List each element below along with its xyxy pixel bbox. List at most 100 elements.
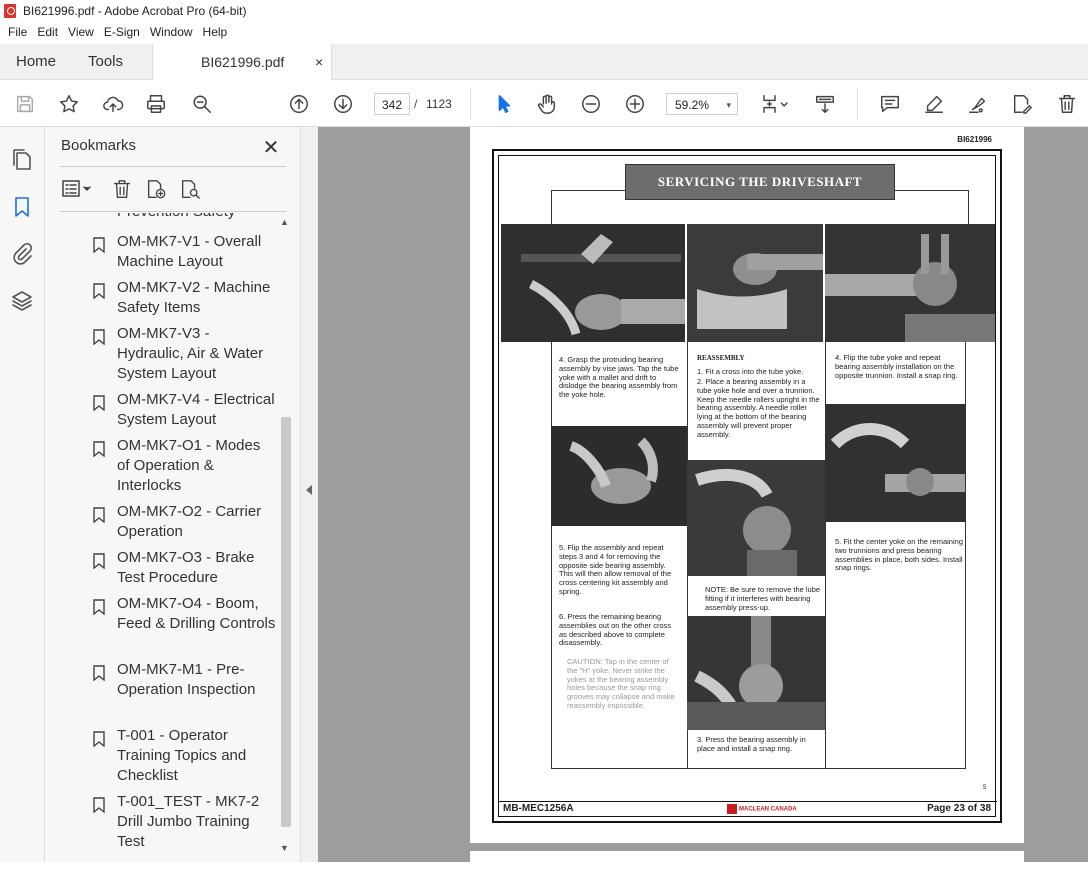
bookmark-flag-icon bbox=[93, 237, 105, 254]
bookmark-flag-icon bbox=[93, 329, 105, 346]
photo-flip-assembly bbox=[551, 426, 687, 526]
zoom-in-icon[interactable] bbox=[623, 92, 647, 116]
layers-icon[interactable] bbox=[10, 289, 34, 313]
star-icon[interactable] bbox=[57, 92, 81, 116]
bookmarks-scrollbar[interactable]: ▲ ▼ bbox=[279, 217, 293, 857]
bookmark-flag-icon bbox=[93, 441, 105, 458]
menu-esign[interactable]: E-Sign bbox=[99, 22, 145, 42]
bookmark-flag-icon bbox=[93, 665, 105, 682]
photo-snap-ring bbox=[687, 616, 825, 730]
menu-edit[interactable]: Edit bbox=[32, 22, 63, 42]
bookmark-options-icon[interactable] bbox=[61, 178, 95, 202]
bookmark-item[interactable]: OM-MK7-O4 - Boom, Feed & Drilling Contro… bbox=[89, 594, 279, 658]
bookmark-label: OM-MK7-M1 - Pre-Operation Inspection bbox=[117, 661, 256, 698]
bookmarks-toolbar bbox=[59, 176, 286, 204]
menu-bar: File Edit View E-Sign Window Help bbox=[0, 22, 1088, 44]
bookmark-item[interactable]: T-001_TEST - MK7-2 Drill Jumbo Training … bbox=[89, 792, 279, 856]
find-bookmark-icon[interactable] bbox=[179, 178, 203, 202]
bookmark-item[interactable]: OM-MK7-M1 - Pre-Operation Inspection bbox=[89, 660, 279, 724]
tab-document[interactable]: BI621996.pdf × bbox=[152, 44, 332, 80]
scroll-down-arrow-icon[interactable]: ▼ bbox=[280, 843, 289, 853]
bookmark-flag-icon bbox=[93, 283, 105, 300]
bookmarks-panel: Bookmarks ✕ Prevention Safety OM-MK7-V1 … bbox=[45, 127, 300, 862]
bookmarks-title: Bookmarks bbox=[61, 137, 137, 154]
page-number-input[interactable]: 342 bbox=[374, 93, 410, 115]
bookmark-item[interactable]: OM-MK7-O2 - Carrier Operation bbox=[89, 502, 279, 546]
menu-file[interactable]: File bbox=[0, 22, 32, 42]
print-icon[interactable] bbox=[144, 92, 168, 116]
page-fit-icon[interactable] bbox=[758, 92, 792, 116]
previous-page-icon[interactable] bbox=[287, 92, 311, 116]
scrolling-mode-icon[interactable] bbox=[813, 92, 837, 116]
new-bookmark-icon[interactable] bbox=[145, 178, 169, 202]
footer-page-number: Page 23 of 38 bbox=[927, 803, 991, 814]
bookmark-item[interactable]: OM-MK7-V1 - Overall Machine Layout bbox=[89, 232, 279, 276]
bookmark-flag-icon bbox=[93, 797, 105, 814]
highlight-pen-icon[interactable] bbox=[922, 92, 946, 116]
page-thumbnails-icon[interactable] bbox=[10, 147, 34, 171]
delete-bookmark-icon[interactable] bbox=[111, 178, 135, 202]
zoom-out-icon[interactable] bbox=[579, 92, 603, 116]
caption-step4-right: 4. Flip the tube yoke and repeat bearing… bbox=[835, 353, 958, 380]
bookmark-panel-icon[interactable] bbox=[10, 195, 34, 219]
caption-step5-left: 5. Flip the assembly and repeat steps 3 … bbox=[559, 543, 672, 596]
panel-collapse-handle[interactable] bbox=[300, 127, 318, 862]
divider bbox=[59, 211, 286, 212]
caption-reassembly-1: 1. Fit a cross into the tube yoke. bbox=[697, 367, 804, 376]
bookmark-item[interactable]: T-001 - Operator Training Topics and Che… bbox=[89, 726, 279, 790]
tab-close-icon[interactable]: × bbox=[315, 44, 323, 80]
save-icon[interactable] bbox=[13, 92, 37, 116]
menu-view[interactable]: View bbox=[63, 22, 99, 42]
photo-center-yoke bbox=[825, 404, 965, 522]
tab-document-label: BI621996.pdf bbox=[201, 54, 285, 70]
next-page-icon[interactable] bbox=[331, 92, 355, 116]
page-total: 1123 bbox=[426, 97, 452, 111]
column-rule bbox=[551, 342, 552, 768]
bookmark-flag-icon bbox=[93, 599, 105, 616]
upload-cloud-icon[interactable] bbox=[101, 92, 125, 116]
menu-help[interactable]: Help bbox=[198, 22, 233, 42]
close-icon[interactable]: ✕ bbox=[261, 135, 281, 160]
document-viewer[interactable]: BI621996 SERVICING THE DRIVESHAFT 4. Gra… bbox=[318, 127, 1088, 871]
sign-pen-icon[interactable] bbox=[966, 92, 990, 116]
bookmark-flag-icon bbox=[93, 507, 105, 524]
bookmark-item[interactable]: OM-MK7-V4 - Electrical System Layout bbox=[89, 390, 279, 434]
caption-reassembly-2: 2. Place a bearing assembly in a tube yo… bbox=[697, 377, 820, 439]
scroll-up-arrow-icon[interactable]: ▲ bbox=[280, 217, 289, 227]
caption-step6-left: 6. Press the remaining bearing assemblie… bbox=[559, 612, 672, 648]
bookmark-item[interactable]: OM-MK7-V3 - Hydraulic, Air & Water Syste… bbox=[89, 324, 279, 388]
bookmark-list: Prevention Safety OM-MK7-V1 - Overall Ma… bbox=[45, 213, 279, 861]
photo-tube-yoke bbox=[825, 224, 995, 342]
footer-logo-text: MACLEAN CANADA bbox=[739, 806, 797, 813]
bookmark-item-partial[interactable]: Prevention Safety bbox=[89, 213, 279, 222]
next-pdf-page bbox=[470, 851, 1024, 871]
footer-code: MB-MEC1256A bbox=[503, 803, 574, 814]
comment-icon[interactable] bbox=[878, 92, 902, 116]
bookmark-label: OM-MK7-V2 - Machine Safety Items bbox=[117, 279, 271, 316]
document-id: BI621996 bbox=[957, 135, 992, 144]
tab-home[interactable]: Home bbox=[16, 44, 56, 80]
delete-icon[interactable] bbox=[1055, 92, 1079, 116]
zoom-level-dropdown[interactable]: 59.2% ▾ bbox=[666, 93, 738, 115]
photo-vise-jaws bbox=[501, 224, 685, 342]
caution-note: CAUTION: Tap in the center of the "H" yo… bbox=[567, 657, 675, 710]
select-cursor-icon[interactable] bbox=[492, 92, 516, 116]
footer-logo: MACLEAN CANADA bbox=[727, 804, 797, 814]
bookmark-item[interactable]: OM-MK7-V2 - Machine Safety Items bbox=[89, 278, 279, 322]
bookmark-item[interactable]: OM-MK7-O3 - Brake Test Procedure bbox=[89, 548, 279, 592]
attachment-icon[interactable] bbox=[10, 242, 34, 266]
section-banner: SERVICING THE DRIVESHAFT bbox=[625, 164, 895, 200]
scrollbar-thumb[interactable] bbox=[281, 417, 291, 827]
hand-tool-icon[interactable] bbox=[535, 92, 559, 116]
edit-pdf-icon[interactable] bbox=[1010, 92, 1034, 116]
toolbar-divider bbox=[470, 88, 471, 120]
page-separator: / bbox=[414, 97, 418, 111]
menu-window[interactable]: Window bbox=[145, 22, 198, 42]
bookmark-item[interactable]: OM-MK7-O1 - Modes of Operation & Interlo… bbox=[89, 436, 279, 500]
collapse-arrow-icon[interactable] bbox=[306, 485, 312, 495]
zoom-search-icon[interactable] bbox=[190, 92, 214, 116]
tab-tools[interactable]: Tools bbox=[88, 44, 123, 80]
bookmark-flag-icon bbox=[93, 395, 105, 412]
bookmark-label: OM-MK7-O4 - Boom, Feed & Drilling Contro… bbox=[117, 595, 276, 632]
footer-rule bbox=[499, 801, 997, 802]
